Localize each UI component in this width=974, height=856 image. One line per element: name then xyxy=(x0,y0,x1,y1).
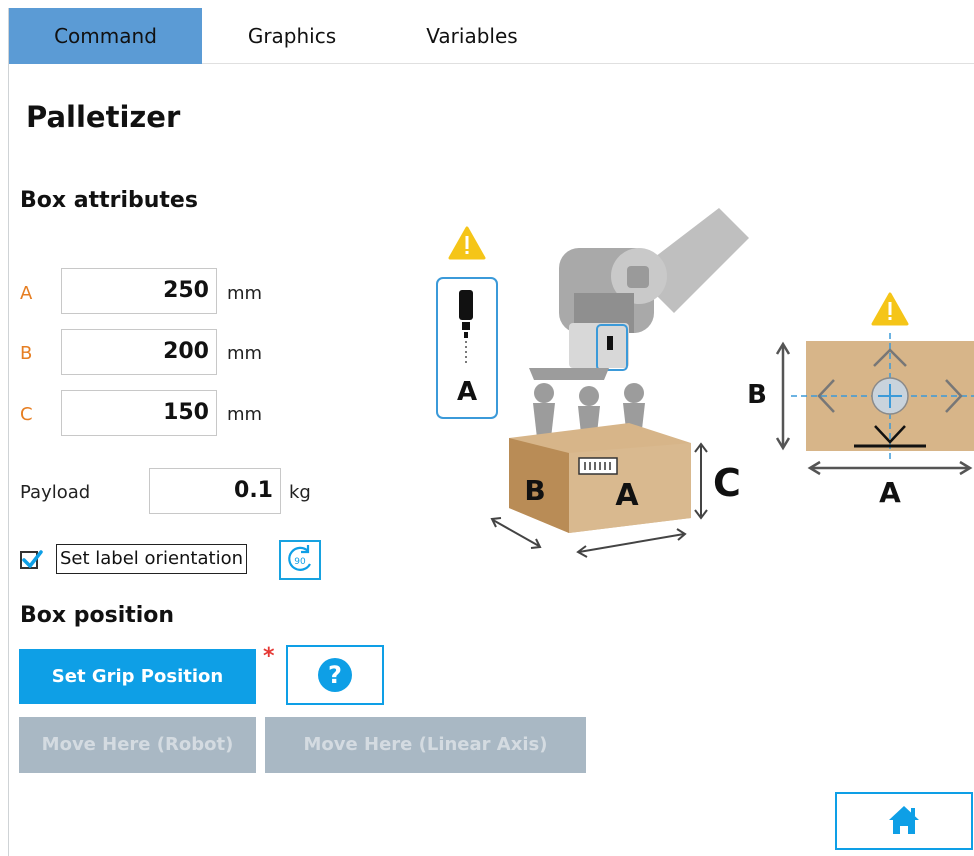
svg-text:?: ? xyxy=(328,661,342,689)
rotate-label-button[interactable]: 90 xyxy=(279,540,321,580)
dimension-a-unit: mm xyxy=(227,283,263,304)
box-illustration: B A C xyxy=(490,423,741,558)
box-attributes-heading: Box attributes xyxy=(20,188,198,213)
top-view-illustration: B A xyxy=(747,333,974,509)
dimension-b-input[interactable]: 200 xyxy=(61,329,217,375)
top-view-letter-b: B xyxy=(747,380,767,410)
tab-graphics[interactable]: Graphics xyxy=(202,8,382,64)
label-orientation-checkbox[interactable] xyxy=(20,550,43,569)
gripper-letter: A xyxy=(457,377,477,407)
gripper-icon: A xyxy=(436,277,498,419)
robot-arm xyxy=(529,208,749,443)
rotate-badge-text: 90 xyxy=(294,557,306,567)
tab-command[interactable]: Command xyxy=(9,8,202,64)
box-letter-b: B xyxy=(524,474,545,507)
move-here-linear-axis-button[interactable]: Move Here (Linear Axis) xyxy=(265,717,586,773)
dimension-c-unit: mm xyxy=(227,404,263,425)
dimension-b-unit: mm xyxy=(227,343,263,364)
home-icon xyxy=(889,806,919,834)
help-icon: ? xyxy=(318,658,352,692)
dimension-c-input[interactable]: 150 xyxy=(61,390,217,436)
required-marker: * xyxy=(263,644,275,669)
tab-bar: Command Graphics Variables xyxy=(9,8,974,64)
payload-unit: kg xyxy=(289,482,311,503)
box-letter-c: C xyxy=(713,461,741,505)
dimension-a-label: A xyxy=(20,283,33,304)
payload-input[interactable]: 0.1 xyxy=(149,468,281,514)
help-button[interactable]: ? xyxy=(286,645,384,705)
tab-variables[interactable]: Variables xyxy=(382,8,562,64)
set-grip-position-button[interactable]: Set Grip Position xyxy=(19,649,256,704)
checkmark-icon xyxy=(22,550,43,568)
box-letter-a: A xyxy=(615,478,639,513)
dimension-a-input[interactable]: 250 xyxy=(61,268,217,314)
payload-label: Payload xyxy=(20,482,91,503)
palletizer-illustration: A B A C B A xyxy=(436,208,974,558)
dimension-c-label: C xyxy=(20,404,33,425)
box-position-heading: Box position xyxy=(20,603,175,628)
move-here-robot-button[interactable]: Move Here (Robot) xyxy=(19,717,256,773)
top-view-letter-a: A xyxy=(879,476,901,509)
rotate-icon: 90 xyxy=(288,545,311,571)
label-orientation-label[interactable]: Set label orientation xyxy=(56,544,247,574)
palletizer-panel: Command Graphics Variables Palletizer Bo… xyxy=(8,8,974,856)
page-title: Palletizer xyxy=(26,100,181,134)
warning-icon xyxy=(871,292,909,326)
warning-icon xyxy=(448,226,486,260)
dimension-b-label: B xyxy=(20,343,33,364)
home-button[interactable] xyxy=(835,792,973,850)
